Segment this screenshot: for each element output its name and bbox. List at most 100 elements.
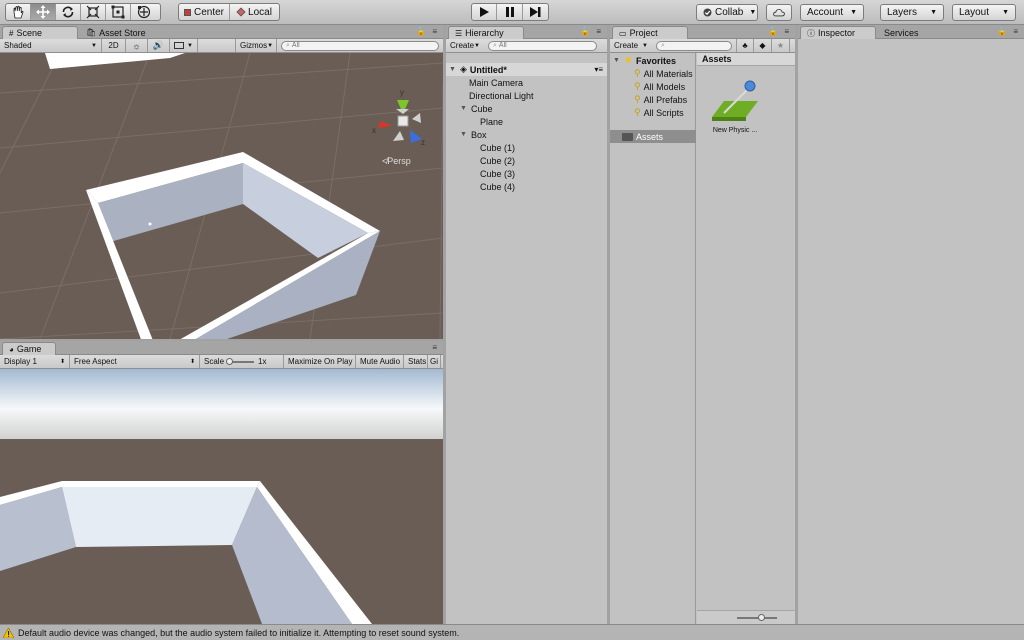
project-search-input[interactable] [666, 42, 727, 49]
layout-dropdown[interactable]: Layout ▼ [952, 4, 1016, 21]
assets-folder-row[interactable]: Assets [610, 130, 696, 143]
2d-toggle-button[interactable]: 2D [102, 39, 126, 52]
list-item[interactable]: ⚲ All Materials [634, 67, 693, 80]
hierarchy-search-field[interactable]: ⌕ [488, 40, 597, 51]
aspect-dropdown[interactable]: Free Aspect ⬍ [70, 355, 200, 368]
audio-toggle-button[interactable]: 🔊 [148, 39, 170, 52]
list-item[interactable]: ⚲ All Prefabs [634, 93, 687, 106]
step-button[interactable] [523, 4, 548, 20]
panel-menu-icon[interactable]: 🔒 ≡ [768, 27, 791, 36]
effects-dropdown[interactable]: ▼ [170, 39, 198, 52]
collab-dropdown[interactable]: Collab ▼ [696, 4, 758, 21]
local-cube-icon [236, 7, 246, 17]
scene-search-field[interactable]: ⌕ [281, 40, 439, 51]
panel-menu-icon[interactable]: 🔒 ≡ [416, 27, 439, 36]
status-message: Default audio device was changed, but th… [18, 627, 460, 638]
gizmos-dropdown[interactable]: Gizmos ▼ [235, 39, 277, 52]
scene-view-toolbar: Shaded ▼ 2D ☼ 🔊 ▼ Gizmos ▼ ⌕ [0, 39, 443, 53]
game-gizmos-dropdown[interactable]: Gi [428, 355, 441, 368]
list-item[interactable]: Cube (4) [480, 180, 515, 193]
list-item[interactable]: Cube (2) [480, 154, 515, 167]
pivot-center-button[interactable]: Center [179, 4, 230, 20]
unity-scene-icon: ◈ [460, 64, 467, 74]
hierarchy-create-dropdown[interactable]: Create ▼ [446, 39, 484, 52]
hierarchy-search-input[interactable] [498, 42, 592, 49]
panel-menu-icon[interactable]: ≡ [432, 343, 439, 352]
icon-size-slider[interactable] [737, 614, 777, 621]
project-create-dropdown[interactable]: Create ▼ [610, 39, 652, 52]
display-dropdown[interactable]: Display 1 ⬍ [0, 355, 70, 368]
favorite-button[interactable]: ★ [772, 39, 790, 52]
item-label: All Prefabs [643, 94, 688, 105]
search-folder-icon: ⚲ [634, 68, 641, 78]
list-item[interactable]: ▼ Box [460, 128, 487, 141]
icon-size-slider-thumb[interactable] [758, 614, 765, 621]
lighting-toggle-button[interactable]: ☼ [126, 39, 148, 52]
list-item[interactable]: Cube (3) [480, 167, 515, 180]
list-item[interactable]: ⚲ All Scripts [634, 106, 684, 119]
expand-triangle-icon[interactable]: ▼ [613, 57, 621, 64]
rotate-tool-button[interactable] [56, 4, 81, 20]
list-item[interactable]: Plane [480, 115, 503, 128]
expand-triangle-icon[interactable]: ▼ [460, 131, 468, 138]
favorites-row[interactable]: ▼ ★ Favorites [613, 54, 676, 67]
project-search-field[interactable]: ⌕ [656, 40, 732, 51]
gizmo-center-cube[interactable] [397, 115, 409, 127]
list-item[interactable]: ⚲ All Models [634, 80, 685, 93]
game-viewport[interactable] [0, 369, 443, 624]
hand-tool-button[interactable] [6, 4, 31, 20]
mute-audio-toggle[interactable]: Mute Audio [356, 355, 404, 368]
list-item[interactable]: Cube (1) [480, 141, 515, 154]
scale-slider[interactable] [226, 357, 255, 365]
transform-tool-button[interactable] [131, 4, 156, 20]
scene-panel: # Scene 🛍 Asset Store 🔒 ≡ Shaded ▼ 2D ☼ … [0, 25, 443, 339]
maximize-on-play-toggle[interactable]: Maximize On Play [284, 355, 356, 368]
item-label: All Scripts [643, 107, 684, 118]
scene-root-row[interactable]: ▼ ◈ Untitled* ▾≡ [446, 63, 607, 76]
expand-triangle-icon[interactable]: ▼ [460, 105, 468, 112]
tab-services[interactable]: Services [878, 26, 938, 39]
status-bar[interactable]: Default audio device was changed, but th… [0, 624, 1024, 640]
scale-tool-button[interactable] [81, 4, 106, 20]
filter-by-label-button[interactable]: ◆ [754, 39, 772, 52]
list-item[interactable]: ▼ Cube [460, 102, 493, 115]
play-button[interactable] [472, 4, 498, 20]
chevron-down-icon: ▼ [474, 42, 480, 49]
scene-menu-icon[interactable]: ▾≡ [594, 65, 603, 74]
shading-mode-dropdown[interactable]: Shaded ▼ [0, 39, 102, 52]
tab-scene[interactable]: # Scene [2, 26, 78, 39]
list-item[interactable]: Directional Light [469, 89, 534, 102]
list-item[interactable]: Main Camera [469, 76, 523, 89]
2d-label: 2D [108, 41, 119, 50]
cloud-button[interactable] [766, 4, 792, 21]
tab-game[interactable]: ◕ Game [2, 342, 56, 355]
scale-slider-thumb[interactable] [226, 357, 234, 365]
tab-inspector[interactable]: ⓘ Inspector [800, 26, 876, 39]
main-toolbar: Center Local Collab ▼ Account ▼ Layers ▼… [0, 0, 1024, 25]
scene-viewport[interactable]: y x z ≮Persp [0, 53, 443, 339]
pivot-local-button[interactable]: Local [230, 4, 279, 20]
tab-hierarchy[interactable]: ☰ Hierarchy [448, 26, 524, 39]
tab-project[interactable]: ▭ Project [612, 26, 688, 39]
expand-triangle-icon[interactable]: ▼ [449, 66, 457, 73]
filter-by-type-button[interactable]: ♣ [736, 39, 754, 52]
project-toolbar: Create ▼ ⌕ ♣ ◆ ★ [610, 39, 795, 53]
scene-name: Untitled* [469, 64, 507, 75]
move-tool-button[interactable] [31, 4, 56, 20]
layers-dropdown[interactable]: Layers ▼ [880, 4, 944, 21]
item-label: Directional Light [469, 90, 534, 101]
assets-breadcrumb: Assets [697, 53, 795, 66]
panel-menu-icon[interactable]: 🔒 ≡ [997, 27, 1020, 36]
folder-icon [622, 132, 633, 141]
scene-search-input[interactable] [291, 42, 434, 49]
account-dropdown[interactable]: Account ▼ [800, 4, 864, 21]
rect-tool-button[interactable] [106, 4, 131, 20]
panel-menu-icon[interactable]: 🔒 ≡ [580, 27, 603, 36]
space-label: Local [248, 6, 272, 18]
pause-button[interactable] [497, 4, 523, 20]
search-icon: ⌕ [286, 41, 290, 49]
persp-label[interactable]: ≮Persp [382, 156, 411, 166]
stats-toggle[interactable]: Stats [404, 355, 428, 368]
tab-asset-store[interactable]: 🛍 Asset Store [80, 26, 160, 39]
asset-item[interactable]: New Physic ... [705, 79, 765, 134]
